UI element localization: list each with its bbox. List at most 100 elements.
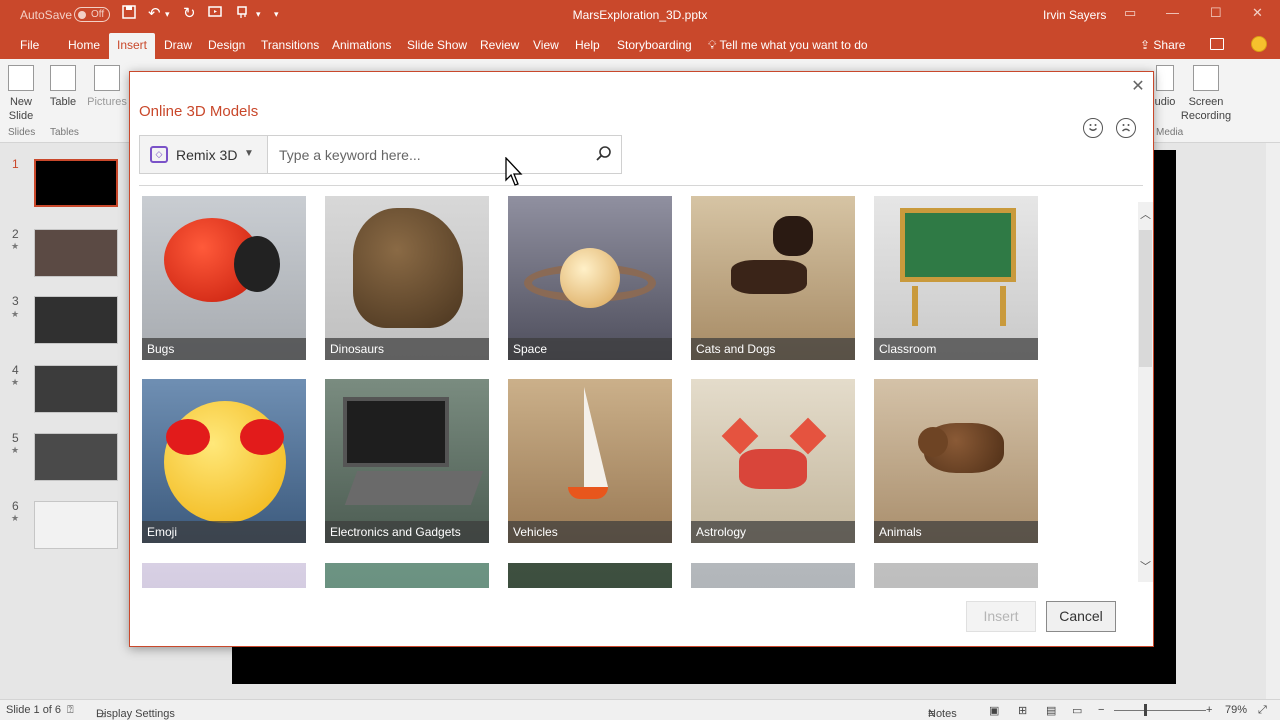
cancel-button[interactable]: Cancel [1046,601,1116,632]
laptop-keyboard-image [344,471,484,505]
normal-view-icon[interactable]: ▣ [989,704,999,717]
slide-thumbnail-5[interactable] [34,433,118,481]
category-tile-row3-5[interactable] [874,563,1038,588]
zoom-slider[interactable] [1114,710,1206,711]
user-name[interactable]: Irvin Sayers [1043,8,1106,22]
slide-thumbnail-6[interactable] [34,501,118,549]
new-slide-button[interactable]: New Slide [6,65,36,123]
category-tile-bugs[interactable]: Bugs [142,196,306,360]
close-icon[interactable]: ✕ [1128,76,1148,96]
close-window-icon[interactable]: ✕ [1252,5,1263,21]
minimize-icon[interactable]: — [1166,5,1179,20]
tab-file[interactable]: File [20,38,39,52]
ribbon-display-icon[interactable]: ▭ [1124,5,1136,21]
screen-recording-label-2: Recording [1180,110,1232,122]
crab-claw-image [789,417,827,455]
new-slide-label-2: Slide [8,110,34,122]
category-tile-classroom[interactable]: Classroom [874,196,1038,360]
share-button[interactable]: ⇪ Share [1140,38,1185,52]
tab-help[interactable]: Help [575,38,600,52]
audio-button[interactable]: udio [1152,65,1178,109]
accessibility-icon[interactable]: ⍰ [67,704,74,717]
audio-label: udio [1154,96,1176,108]
zoom-level[interactable]: 79% [1225,704,1247,716]
share-label: Share [1153,38,1186,52]
ribbon-tabs: File Home Insert Draw Design Transitions… [0,30,1280,59]
feedback-smiley-icon[interactable] [1251,36,1267,52]
category-tile-vehicles[interactable]: Vehicles [508,379,672,543]
slide-thumbnail-3[interactable] [34,296,118,344]
slideshow-view-icon[interactable]: ▭ [1072,704,1082,717]
category-label: Cats and Dogs [691,338,855,360]
category-tile-space[interactable]: Space [508,196,672,360]
tab-transitions[interactable]: Transitions [261,38,319,52]
tab-draw[interactable]: Draw [164,38,192,52]
pictures-button[interactable]: Pictures [86,65,128,109]
tell-me-search[interactable]: 💡︎ Tell me what you want to do [708,38,868,53]
category-tile-electronics-and-gadgets[interactable]: Electronics and Gadgets [325,379,489,543]
category-label: Animals [874,521,1038,543]
animation-star-icon: ★ [11,377,20,387]
maximize-icon[interactable]: ☐ [1210,5,1222,21]
frown-feedback-icon[interactable] [1116,118,1136,138]
category-tile-cats-and-dogs[interactable]: Cats and Dogs [691,196,855,360]
category-tile-row3-2[interactable] [325,563,489,588]
category-label: Space [508,338,672,360]
comments-icon[interactable] [1210,38,1224,50]
screen-recording-button[interactable]: Screen Recording [1180,65,1232,123]
notes-label: Notes [928,708,957,720]
source-dropdown[interactable]: ◇ Remix 3D ▼ [140,136,268,173]
group-tables-label: Tables [50,127,79,138]
grid-scrollbar[interactable]: ︿ ﹀ [1138,202,1153,582]
slide-sorter-icon[interactable]: ⊞ [1018,704,1027,717]
scrollbar-thumb[interactable] [1139,230,1152,367]
group-media-label: Media [1156,127,1184,138]
chevron-up-icon[interactable]: ︿ [1140,206,1151,222]
table-button[interactable]: Table [48,65,78,109]
tab-review[interactable]: Review [480,38,519,52]
fit-slide-icon[interactable]: ⤢ [1258,704,1267,717]
ladybug-head-image [234,236,280,292]
animation-star-icon: ★ [11,241,20,251]
slide-thumbnail-1[interactable] [34,159,118,207]
zoom-slider-handle[interactable] [1144,704,1147,716]
search-input[interactable] [270,137,585,172]
slide-thumbnail-4[interactable] [34,365,118,413]
share-icon: ⇪ [1140,38,1151,52]
zoom-in-icon[interactable]: + [1206,704,1212,716]
chalkboard-image [900,208,1016,282]
animation-star-icon: ★ [11,513,20,523]
table-icon [50,65,76,91]
tab-view[interactable]: View [533,38,559,52]
zoom-out-icon[interactable]: − [1098,704,1104,716]
category-tile-dinosaurs[interactable]: Dinosaurs [325,196,489,360]
crab-body-image [739,449,807,489]
tab-insert[interactable]: Insert [109,33,156,59]
insert-button[interactable]: Insert [966,601,1036,632]
tab-design[interactable]: Design [208,38,245,52]
pictures-label: Pictures [87,96,127,108]
category-tile-row3-3[interactable] [508,563,672,588]
slide-thumbnail-2[interactable] [34,229,118,277]
tab-home[interactable]: Home [68,38,100,52]
tab-storyboarding[interactable]: Storyboarding [617,38,692,52]
source-label: Remix 3D [176,147,238,163]
sail-image [584,387,608,487]
audio-icon [1156,65,1174,91]
category-tile-row3-1[interactable] [142,563,306,588]
slide-number: 1 [12,157,19,171]
smile-feedback-icon[interactable] [1083,118,1103,138]
category-tile-astrology[interactable]: Astrology [691,379,855,543]
category-label: Astrology [691,521,855,543]
category-label: Emoji [142,521,306,543]
tab-slide-show[interactable]: Slide Show [407,38,467,52]
editor-scrollbar[interactable] [1266,143,1280,699]
reading-view-icon[interactable]: ▤ [1046,704,1056,717]
tab-animations[interactable]: Animations [332,38,391,52]
search-icon[interactable] [594,144,614,164]
category-tile-row3-4[interactable] [691,563,855,588]
category-tile-animals[interactable]: Animals [874,379,1038,543]
category-tile-emoji[interactable]: Emoji [142,379,306,543]
chevron-down-icon[interactable]: ﹀ [1140,558,1151,574]
boat-hull-image [568,487,608,499]
